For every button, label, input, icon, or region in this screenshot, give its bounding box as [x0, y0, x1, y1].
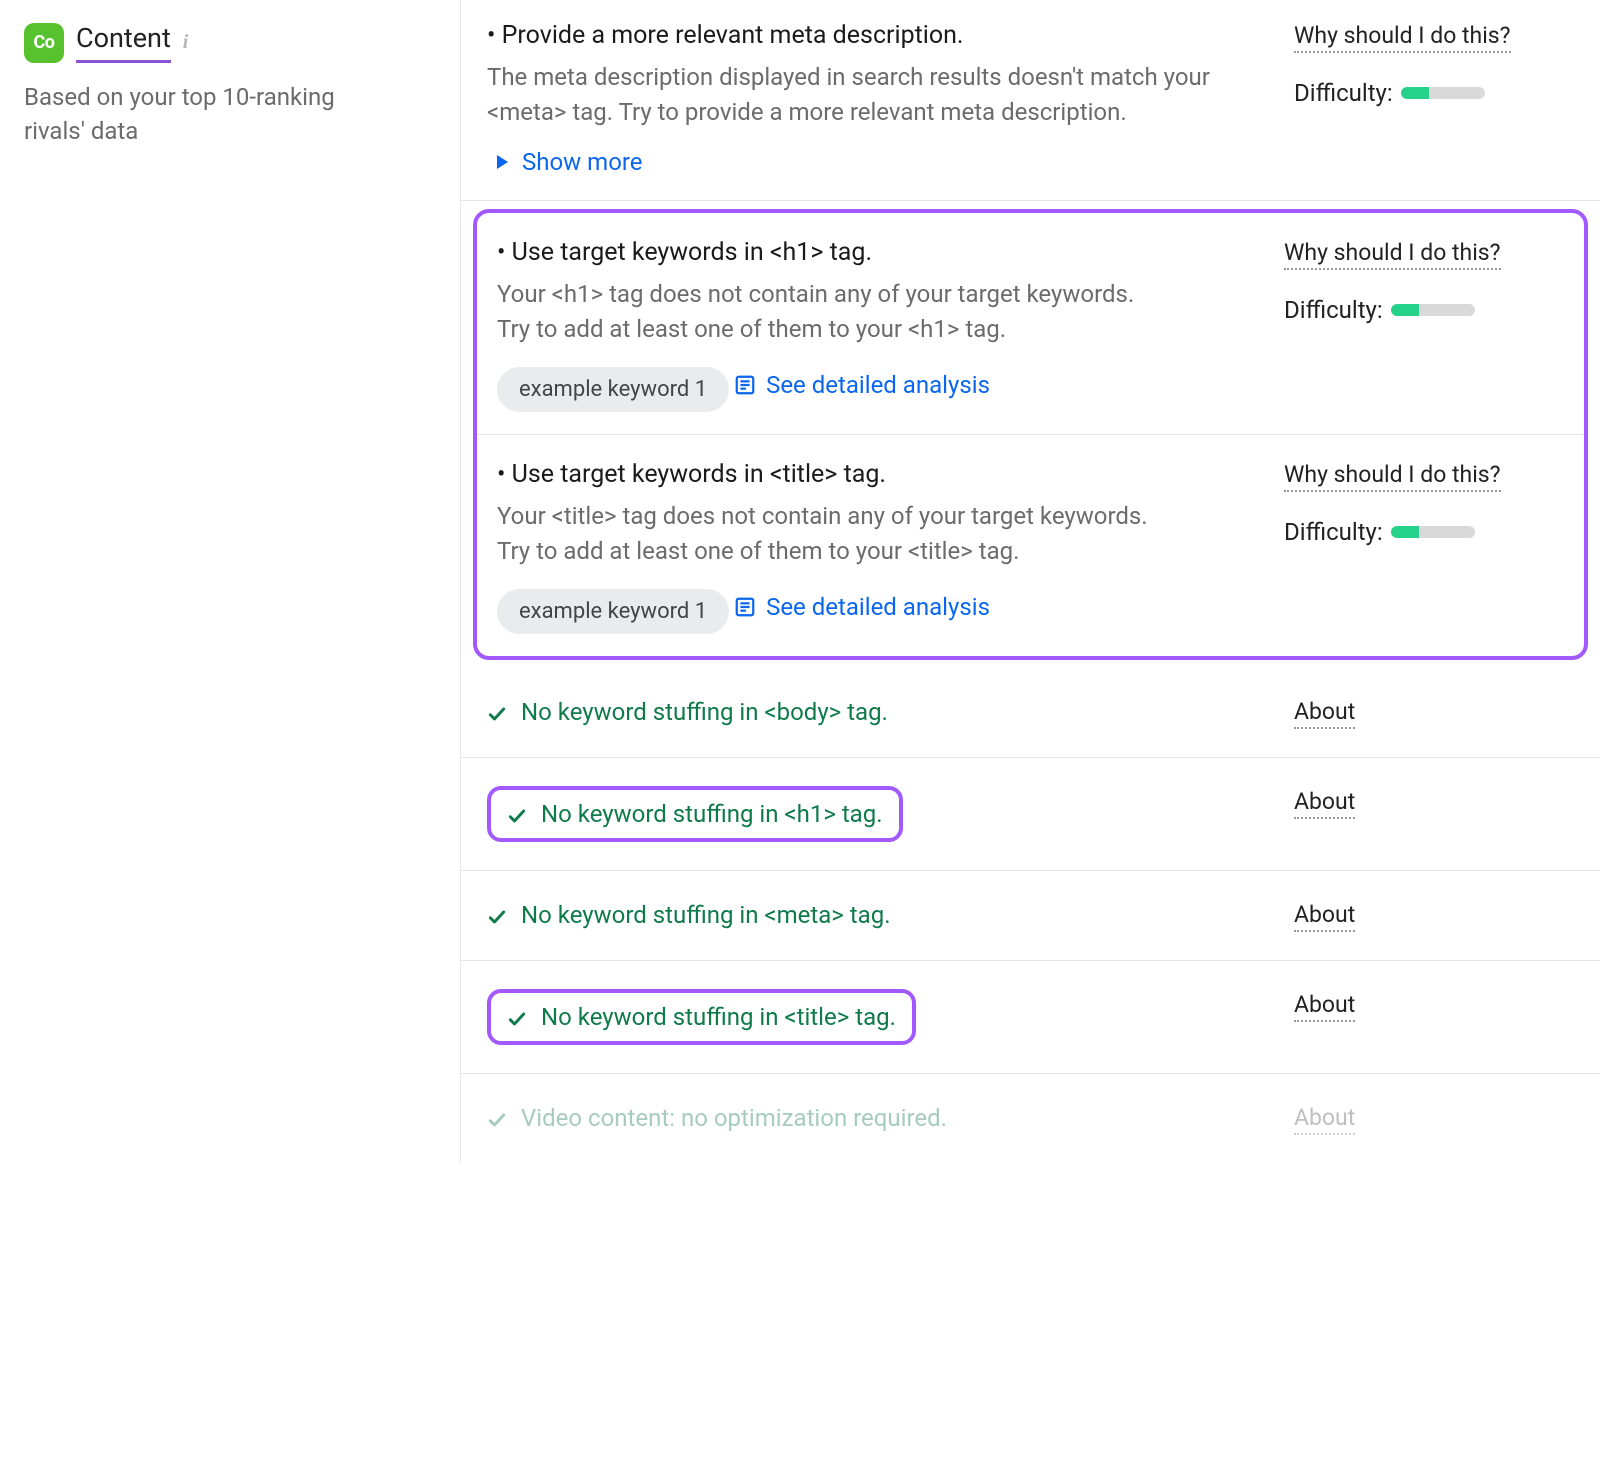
difficulty-row: Difficulty: [1294, 79, 1574, 107]
why-link[interactable]: Why should I do this? [1294, 22, 1511, 53]
ok-row: No keyword stuffing in <title> tag. Abou… [461, 961, 1600, 1074]
ok-row: No keyword stuffing in <meta> tag. About [461, 871, 1600, 961]
info-icon[interactable]: i [183, 31, 189, 54]
difficulty-label: Difficulty: [1284, 518, 1383, 546]
why-link[interactable]: Why should I do this? [1284, 239, 1501, 270]
difficulty-meter [1391, 304, 1475, 316]
issue-description: Your <h1> tag does not contain any of yo… [497, 277, 1260, 347]
issue-description: Your <title> tag does not contain any of… [497, 499, 1260, 569]
issue-title: • Use target keywords in <title> tag. [497, 457, 1260, 493]
difficulty-meter [1391, 526, 1475, 538]
check-icon [487, 702, 507, 722]
ok-row: Video content: no optimization required.… [461, 1074, 1600, 1163]
see-detailed-label: See detailed analysis [766, 593, 990, 621]
section-title: Content [76, 22, 171, 63]
issue-row: • Use target keywords in <h1> tag. Your … [477, 213, 1584, 435]
keyword-chip[interactable]: example keyword 1 [497, 589, 729, 634]
about-link[interactable]: About [1294, 991, 1355, 1022]
show-more-label: Show more [522, 148, 643, 176]
main-content: • Provide a more relevant meta descripti… [460, 0, 1600, 1163]
ok-title: No keyword stuffing in <body> tag. [487, 698, 888, 726]
issue-row: • Use target keywords in <title> tag. Yo… [477, 435, 1584, 656]
see-detailed-analysis-link[interactable]: See detailed analysis [734, 371, 990, 399]
about-link[interactable]: About [1294, 1104, 1355, 1135]
why-link[interactable]: Why should I do this? [1284, 461, 1501, 492]
ok-row: No keyword stuffing in <body> tag. About [461, 668, 1600, 758]
ok-label: No keyword stuffing in <title> tag. [541, 1003, 896, 1031]
ok-title: Video content: no optimization required. [487, 1104, 947, 1132]
chevron-right-icon [497, 155, 508, 169]
check-icon [487, 905, 507, 925]
ok-label: Video content: no optimization required. [521, 1104, 947, 1132]
section-header: Co Content i [24, 22, 436, 63]
about-link[interactable]: About [1294, 901, 1355, 932]
issue-description: The meta description displayed in search… [487, 60, 1270, 130]
analysis-icon [734, 596, 756, 618]
check-icon [507, 1007, 527, 1027]
issue-title: • Use target keywords in <h1> tag. [497, 235, 1260, 271]
ok-label: No keyword stuffing in <meta> tag. [521, 901, 891, 929]
highlight-box: • Use target keywords in <h1> tag. Your … [473, 209, 1588, 660]
ok-title: No keyword stuffing in <h1> tag. [507, 800, 883, 828]
ok-label: No keyword stuffing in <h1> tag. [541, 800, 883, 828]
analysis-icon [734, 374, 756, 396]
see-detailed-analysis-link[interactable]: See detailed analysis [734, 593, 990, 621]
section-subtitle: Based on your top 10-ranking rivals' dat… [24, 81, 384, 148]
check-icon [487, 1108, 507, 1128]
ok-title: No keyword stuffing in <meta> tag. [487, 901, 891, 929]
issue-title: • Provide a more relevant meta descripti… [487, 18, 1270, 54]
issue-row: • Provide a more relevant meta descripti… [461, 0, 1600, 201]
show-more-button[interactable]: Show more [497, 148, 643, 176]
keyword-chip[interactable]: example keyword 1 [497, 367, 729, 412]
ok-title: No keyword stuffing in <title> tag. [507, 1003, 896, 1031]
ok-row: No keyword stuffing in <h1> tag. About [461, 758, 1600, 871]
difficulty-row: Difficulty: [1284, 296, 1564, 324]
about-link[interactable]: About [1294, 698, 1355, 729]
difficulty-row: Difficulty: [1284, 518, 1564, 546]
see-detailed-label: See detailed analysis [766, 371, 990, 399]
check-icon [507, 804, 527, 824]
sidebar: Co Content i Based on your top 10-rankin… [0, 0, 460, 170]
difficulty-meter [1401, 87, 1485, 99]
difficulty-label: Difficulty: [1294, 79, 1393, 107]
content-badge-icon: Co [24, 23, 64, 63]
about-link[interactable]: About [1294, 788, 1355, 819]
ok-label: No keyword stuffing in <body> tag. [521, 698, 888, 726]
difficulty-label: Difficulty: [1284, 296, 1383, 324]
